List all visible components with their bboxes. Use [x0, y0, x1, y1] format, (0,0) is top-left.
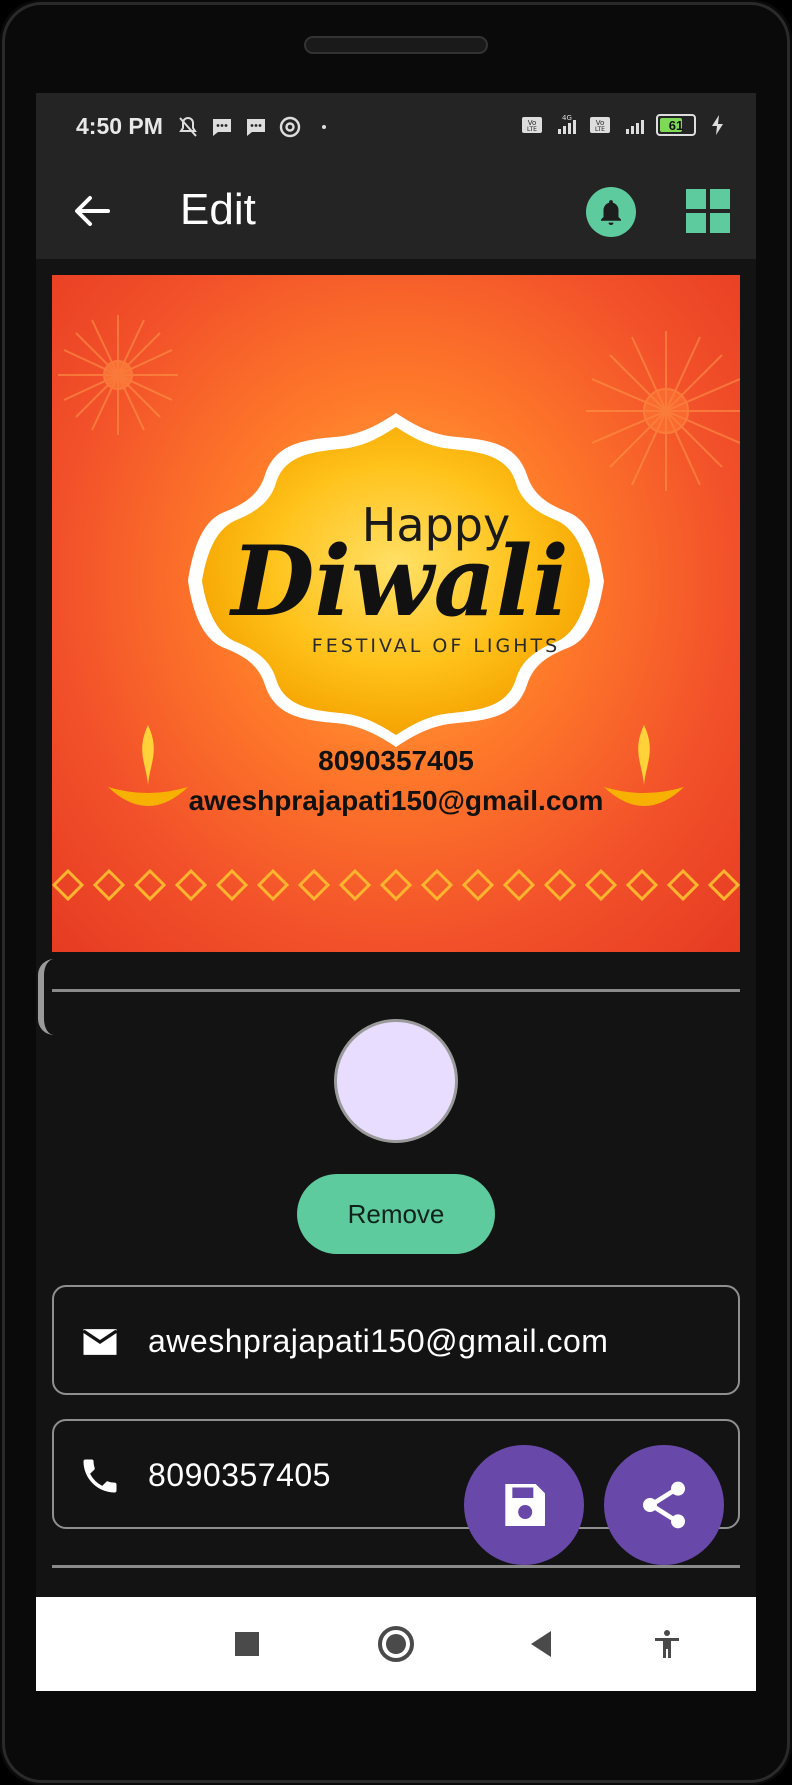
divider [52, 989, 740, 992]
email-field[interactable]: aweshprajapati150@gmail.com [52, 1285, 740, 1395]
remove-button[interactable]: Remove [297, 1174, 495, 1254]
grid-icon[interactable] [684, 187, 732, 235]
volte-icon: VoLTE [522, 117, 542, 133]
save-button[interactable] [464, 1445, 584, 1565]
navigation-bar [36, 1597, 756, 1691]
divider [52, 1565, 740, 1568]
home-circle-icon[interactable] [376, 1624, 416, 1664]
save-icon [505, 1484, 545, 1526]
poster-email: aweshprajapati150@gmail.com [188, 785, 604, 816]
status-time: 4:50 PM [76, 113, 163, 139]
app-bar: Edit [36, 163, 756, 259]
diamond-border [52, 868, 740, 902]
at-sign-icon [279, 116, 301, 138]
speaker-grille [304, 36, 488, 54]
svg-text:LTE: LTE [595, 126, 605, 133]
battery-icon: 61 [656, 114, 696, 136]
accessibility-icon[interactable] [650, 1627, 684, 1661]
message-icon [213, 119, 231, 136]
phone-value: 8090357405 [148, 1457, 331, 1493]
firework-right [586, 331, 740, 491]
message-icon [247, 119, 265, 136]
share-icon [643, 1481, 685, 1529]
status-icons-left [176, 115, 336, 139]
mail-icon [82, 1329, 118, 1355]
poster-tagline: FESTIVAL OF LIGHTS [312, 635, 560, 657]
avatar[interactable] [334, 1019, 458, 1143]
poster-artwork: Happy Diwali FESTIVAL OF LIGHTS [52, 315, 740, 902]
phone-icon [83, 1459, 117, 1493]
notification-button[interactable] [586, 187, 636, 237]
firework-left [58, 315, 178, 435]
status-bar: 4:50 PM Vo LTE 4G Vo LTE 61 [36, 93, 756, 163]
diwali-poster[interactable]: Happy Diwali FESTIVAL OF LIGHTS 80903574… [52, 275, 740, 952]
dot-icon [322, 125, 326, 129]
svg-text:LTE: LTE [527, 126, 537, 133]
poster-phone: 8090357405 [318, 745, 474, 776]
status-icons-right: Vo LTE 4G Vo LTE 61 [520, 113, 730, 137]
bell-icon [601, 200, 621, 226]
signal-icon [626, 120, 644, 134]
battery-level: 61 [668, 117, 684, 133]
mute-bell-icon [179, 116, 197, 137]
page-title: Edit [180, 185, 256, 234]
screen: 4:50 PM Vo LTE 4G Vo LTE 61 Edit Happy D… [36, 93, 756, 1691]
back-arrow-icon[interactable] [68, 187, 116, 235]
device-frame: 4:50 PM Vo LTE 4G Vo LTE 61 Edit Happy D… [0, 0, 792, 1785]
share-button[interactable] [604, 1445, 724, 1565]
email-value: aweshprajapati150@gmail.com [148, 1323, 609, 1359]
svg-text:4G: 4G [562, 114, 572, 122]
recents-square-icon[interactable] [230, 1627, 264, 1661]
signal-4g-icon: 4G [558, 114, 576, 134]
charging-icon [712, 115, 723, 135]
drag-handle[interactable] [38, 959, 54, 1035]
back-triangle-icon[interactable] [524, 1627, 558, 1661]
poster-greeting-large: Diwali [228, 525, 569, 638]
volte-icon: VoLTE [590, 117, 610, 133]
